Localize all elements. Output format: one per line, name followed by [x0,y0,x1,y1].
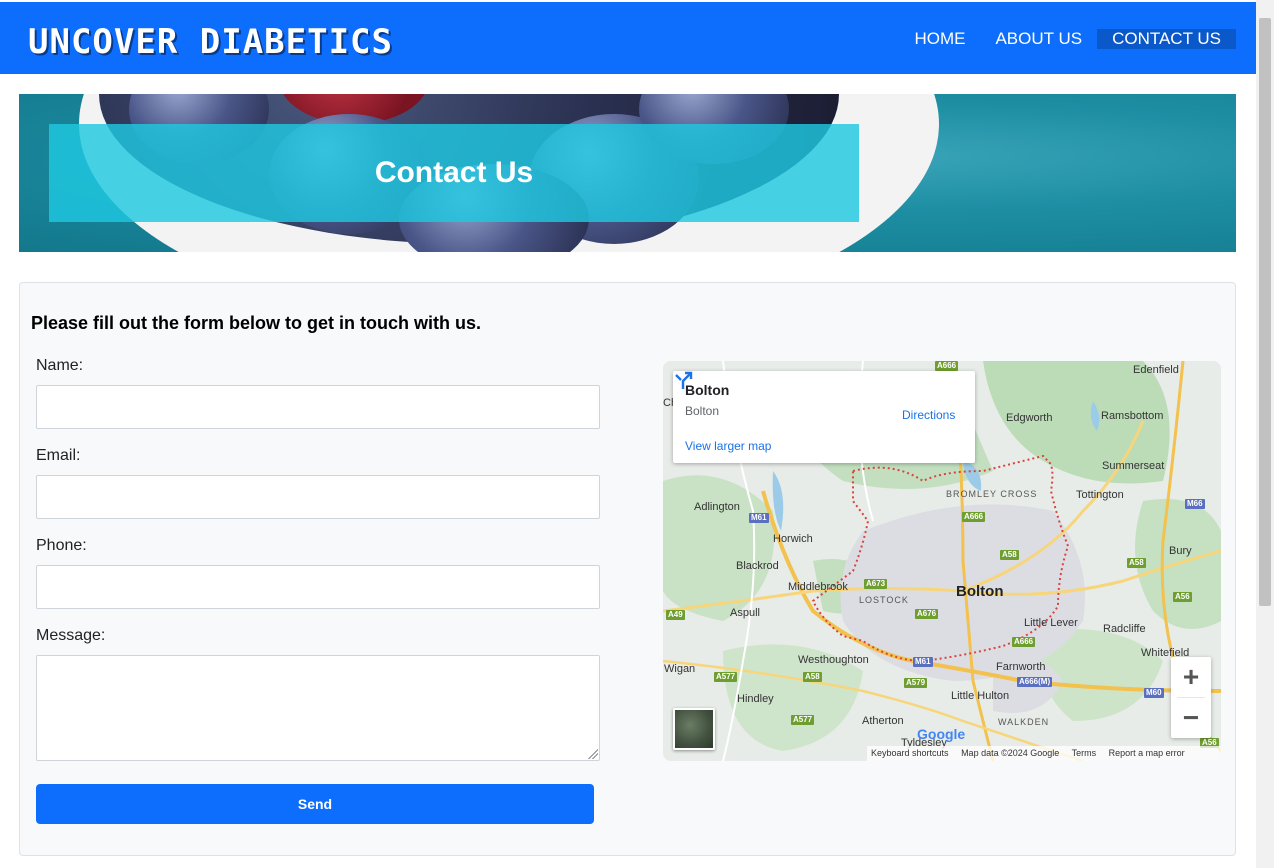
email-input[interactable] [36,475,600,519]
send-button[interactable]: Send [36,784,594,824]
road-marker: A666(M) [1017,677,1053,687]
map-label-westhoughton: Westhoughton [798,654,869,666]
road-marker: A666 [935,361,959,371]
map-label-bolton: Bolton [956,583,1004,600]
map-label-aspull: Aspull [730,607,760,619]
report-map-error-link[interactable]: Report a map error [1109,748,1185,758]
google-logo-text: Google [917,726,966,742]
nav-home[interactable]: HOME [899,29,980,49]
map-label-bromley-cross: BROMLEY CROSS [946,489,1038,499]
road-marker: A577 [791,715,815,725]
hero-banner: Contact Us [19,94,1236,252]
satellite-toggle[interactable] [673,708,715,750]
email-label: Email: [36,447,81,464]
map-place-card: Bolton Bolton View larger map Directions [673,371,975,463]
road-marker: A676 [915,609,939,619]
phone-label: Phone: [36,537,87,554]
map-label-blackrod: Blackrod [736,560,779,572]
name-label: Name: [36,357,84,374]
map-label-farnworth: Farnworth [996,661,1046,673]
road-marker: A579 [904,678,928,688]
map-label-ramsbottom: Ramsbottom [1101,410,1164,422]
top-navbar: UNCOVER DIABETICS HOME ABOUT US CONTACT … [0,2,1256,74]
view-larger-map-link[interactable]: View larger map [685,439,771,453]
nav-about-us[interactable]: ABOUT US [980,29,1097,49]
message-label: Message: [36,627,106,644]
page: UNCOVER DIABETICS HOME ABOUT US CONTACT … [0,0,1274,868]
road-marker: A666 [1012,637,1036,647]
map-label-adlington: Adlington [694,501,740,513]
textarea-resize-handle[interactable] [588,749,598,759]
map-label-walkden: WALKDEN [998,717,1050,727]
zoom-in-button[interactable]: + [1171,657,1211,697]
map-label-tottington: Tottington [1076,489,1124,501]
road-marker: A666 [962,512,986,522]
name-input[interactable] [36,385,600,429]
nav-contact-us[interactable]: CONTACT US [1097,29,1236,49]
map-label-hindley: Hindley [737,693,774,705]
map-label-bury: Bury [1169,545,1192,557]
road-marker: A56 [1173,592,1192,602]
road-marker: M66 [1185,499,1205,509]
road-marker: M61 [749,513,769,523]
map-label-middlebrook: Middlebrook [788,581,848,593]
road-marker: A577 [714,672,738,682]
google-map-embed[interactable]: Edenfield Edgworth Ramsbottom Summerseat… [663,361,1221,761]
phone-input[interactable] [36,565,600,609]
map-label-edenfield: Edenfield [1133,364,1179,376]
road-marker: M60 [1144,688,1164,698]
place-subtitle: Bolton [685,404,720,418]
road-marker: A58 [803,672,822,682]
main-nav: HOME ABOUT US CONTACT US [899,29,1236,49]
keyboard-shortcuts-link[interactable]: Keyboard shortcuts [871,748,949,758]
map-label-horwich: Horwich [773,533,813,545]
map-label-radcliffe: Radcliffe [1103,623,1146,635]
form-intro: Please fill out the form below to get in… [31,313,482,333]
map-zoom-control: + − [1171,657,1211,738]
map-label-atherton: Atherton [862,715,904,727]
map-attribution-bar: Keyboard shortcuts Map data ©2024 Google… [867,746,1221,761]
map-label-lostock: LOSTOCK [859,595,909,605]
map-data-text: Map data ©2024 Google [961,748,1060,758]
terms-link[interactable]: Terms [1072,748,1097,758]
hero-title-box: Contact Us [49,124,859,222]
road-marker: A49 [666,610,685,620]
map-label-wigan: Wigan [664,663,696,675]
directions-icon[interactable] [673,371,693,391]
page-title: Contact Us [374,156,534,189]
zoom-out-button[interactable]: − [1171,698,1211,738]
map-label-little-lever: Little Lever [1024,617,1078,629]
message-textarea[interactable] [36,655,600,761]
google-logo: Google [917,726,965,742]
directions-link[interactable]: Directions [902,408,955,422]
road-marker: A58 [1127,558,1146,568]
road-marker: A673 [864,579,888,589]
map-label-summerseat: Summerseat [1102,460,1165,472]
contact-card: Please fill out the form below to get in… [19,282,1236,856]
scrollbar-thumb[interactable] [1259,18,1271,606]
site-brand[interactable]: UNCOVER DIABETICS [28,22,393,62]
map-label-edgworth: Edgworth [1006,412,1053,424]
map-label-little-hulton: Little Hulton [951,690,1010,702]
road-marker: M61 [913,657,933,667]
road-marker: A58 [1000,550,1019,560]
